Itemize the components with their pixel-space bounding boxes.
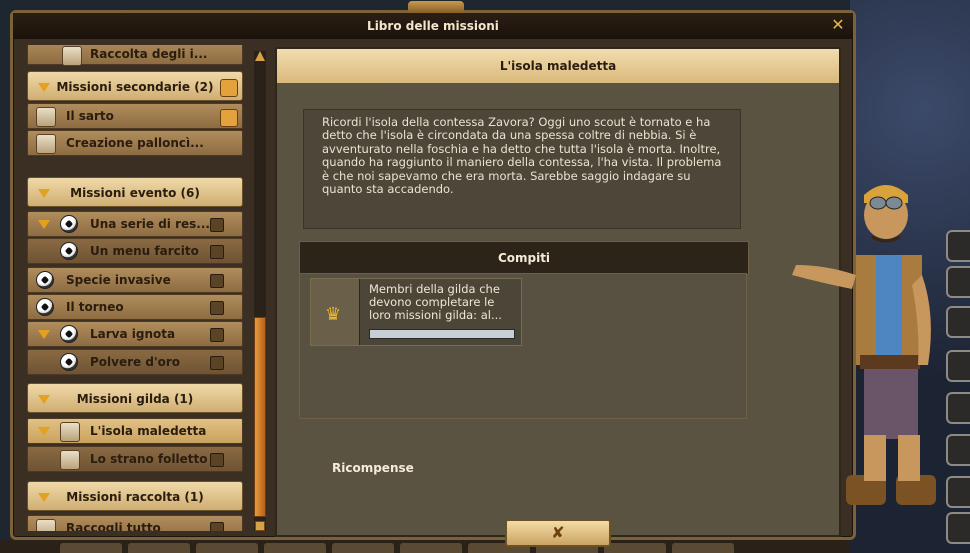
group-secondary-quests[interactable]: Missioni secondarie (2)	[27, 71, 243, 101]
badge-icon	[210, 328, 224, 342]
tasks-header: Compiti	[299, 241, 749, 275]
bottom-tab[interactable]	[604, 543, 666, 553]
scroll-icon	[36, 519, 56, 531]
quest-title: L'isola maledetta	[277, 49, 839, 83]
scroll-icon	[62, 46, 82, 66]
badge-icon	[210, 522, 224, 531]
badge-icon	[210, 453, 224, 467]
rewards-header: Ricompense	[332, 461, 414, 475]
soccer-ball-icon	[60, 353, 78, 371]
task-card: ♛ Membri della gilda che devono completa…	[310, 278, 522, 346]
crown-icon: ♛	[325, 304, 342, 325]
list-item[interactable]: Polvere d'oro	[27, 349, 243, 375]
window-title: Libro delle missioni	[13, 13, 853, 39]
list-item[interactable]: Raccolta degli i...	[27, 45, 243, 66]
list-item[interactable]: Creazione palloncì...	[27, 130, 243, 156]
tasks-area: ♛ Membri della gilda che devono completa…	[299, 273, 747, 419]
list-item-selected[interactable]: L'isola maledetta	[27, 418, 243, 444]
group-guild-quests[interactable]: Missioni gilda (1)	[27, 383, 243, 413]
bottom-tab[interactable]	[400, 543, 462, 553]
side-slot[interactable]	[946, 392, 970, 424]
bottom-tab[interactable]	[264, 543, 326, 553]
quest-list: Raccolta degli i... Missioni secondarie …	[27, 45, 247, 531]
chevron-down-icon	[38, 427, 50, 436]
quest-detail-panel: L'isola maledetta Ricordi l'isola della …	[275, 47, 841, 547]
badge-icon	[210, 218, 224, 232]
close-icon[interactable]: ✕	[829, 16, 847, 34]
list-item[interactable]: Una serie di res...	[27, 211, 243, 237]
soccer-ball-icon	[36, 298, 54, 316]
side-slot[interactable]	[946, 434, 970, 466]
task-text: Membri della gilda che devono completare…	[369, 282, 502, 322]
scroll-icon	[36, 134, 56, 154]
bottom-tab[interactable]	[60, 543, 122, 553]
task-icon-box: ♛	[311, 279, 360, 345]
soccer-ball-icon	[60, 325, 78, 343]
character-illustration	[792, 185, 936, 505]
list-item[interactable]: Lo strano folletto	[27, 446, 243, 472]
scroll-icon	[36, 107, 56, 127]
quest-description: Ricordi l'isola della contessa Zavora? O…	[303, 109, 741, 229]
list-item[interactable]: Il torneo	[27, 294, 243, 320]
list-item[interactable]: Raccogli tutto	[27, 515, 243, 531]
list-scrollbar[interactable]	[254, 51, 266, 531]
bottom-tab[interactable]	[672, 543, 734, 553]
bottom-tab[interactable]	[128, 543, 190, 553]
scroll-icon	[60, 422, 80, 442]
chevron-down-icon	[38, 220, 50, 229]
soccer-ball-icon	[60, 242, 78, 260]
scroll-up-icon[interactable]	[255, 51, 265, 61]
bottom-tab[interactable]	[332, 543, 394, 553]
badge-icon	[210, 356, 224, 370]
side-slot[interactable]	[946, 476, 970, 508]
badge-icon	[210, 301, 224, 315]
side-slot[interactable]	[946, 512, 970, 544]
bottom-tab[interactable]	[196, 543, 258, 553]
list-item[interactable]: Larva ignota	[27, 321, 243, 347]
side-slot[interactable]	[946, 306, 970, 338]
side-slot[interactable]	[946, 350, 970, 382]
group-collection-quests[interactable]: Missioni raccolta (1)	[27, 481, 243, 511]
list-item[interactable]: Specie invasive	[27, 267, 243, 293]
side-slot[interactable]	[946, 266, 970, 298]
chevron-down-icon	[38, 330, 50, 339]
soccer-ball-icon	[36, 271, 54, 289]
badge-icon	[210, 245, 224, 259]
list-item[interactable]: Il sarto	[27, 103, 243, 129]
scroll-icon	[60, 450, 80, 470]
shirt-icon	[220, 109, 238, 127]
list-item[interactable]: Un menu farcito	[27, 238, 243, 264]
shirt-icon	[220, 79, 238, 97]
confirm-button[interactable]: ✘	[505, 519, 611, 547]
group-event-quests[interactable]: Missioni evento (6)	[27, 177, 243, 207]
bottom-bar	[0, 540, 850, 553]
badge-icon	[210, 274, 224, 288]
quest-book-window: Libro delle missioni ✕ Raccolta degli i.…	[10, 1, 856, 547]
scroll-thumb[interactable]	[254, 317, 266, 517]
side-slot[interactable]	[946, 230, 970, 262]
soccer-ball-icon	[60, 215, 78, 233]
scroll-down-icon[interactable]	[255, 521, 265, 531]
task-progress-bar	[369, 329, 515, 339]
